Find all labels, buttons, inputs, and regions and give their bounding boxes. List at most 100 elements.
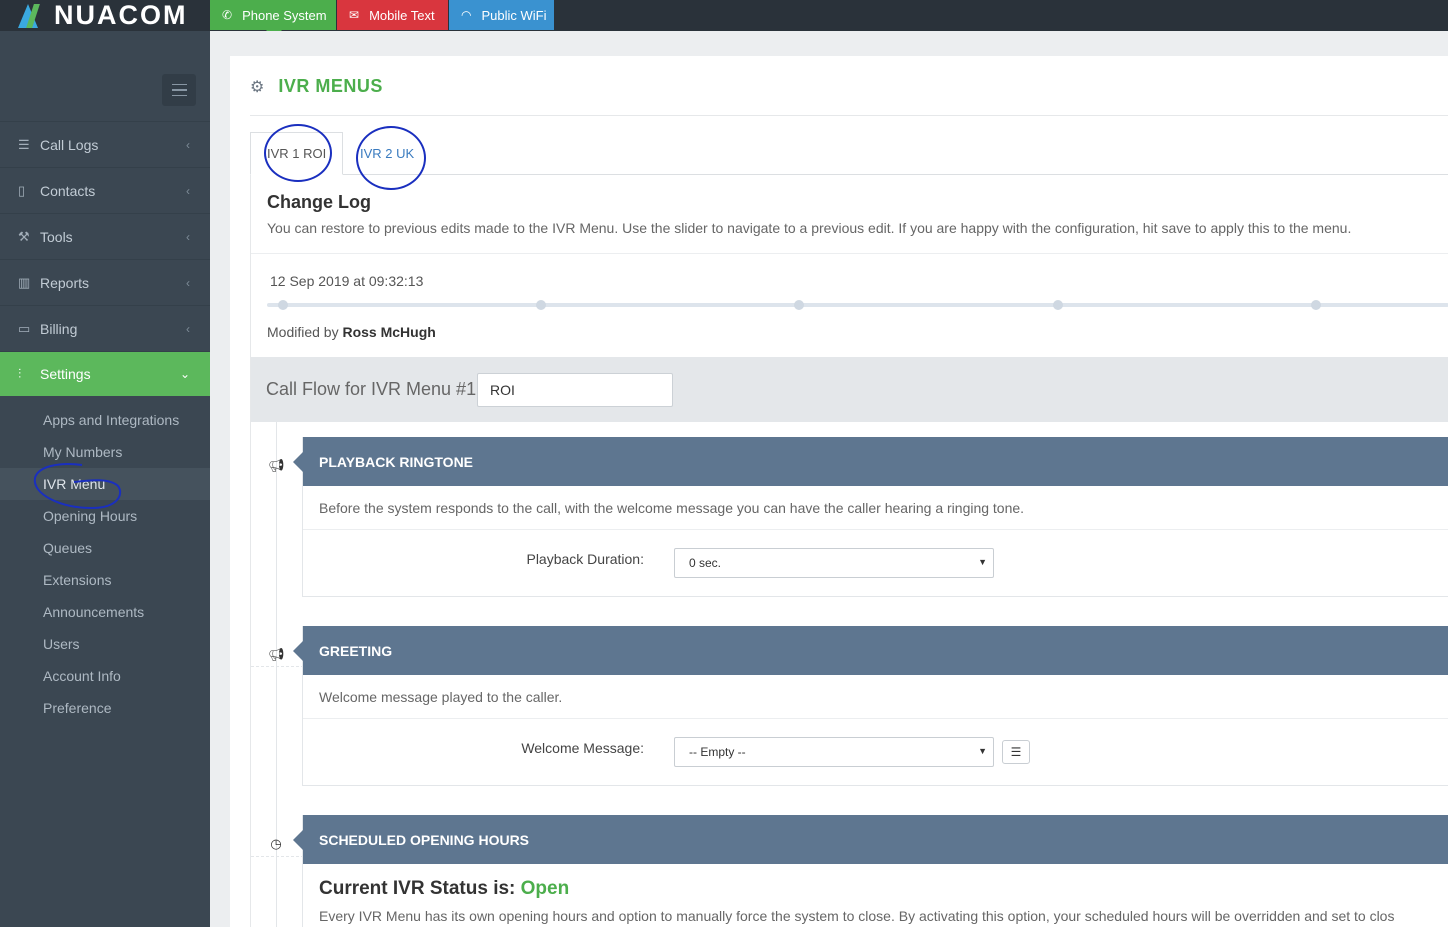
sidebar-item-label: Settings	[40, 366, 91, 382]
main-panel: ⚙ IVR MENUS IVR 1 ROI IVR 2 UK Change Lo…	[230, 56, 1448, 927]
folder-icon: ▭	[18, 320, 31, 336]
section-header: SCHEDULED OPENING HOURS	[293, 815, 1448, 864]
slider-tick[interactable]	[536, 300, 546, 310]
greeting-card: GREETING Welcome message played to the c…	[293, 626, 1448, 786]
announcement-list-button[interactable]: ☰	[1002, 740, 1030, 764]
playback-duration-select[interactable]: 0 sec. ▼	[674, 548, 994, 578]
sidebar-item-reports[interactable]: ▥ Reports ‹	[0, 259, 210, 305]
modified-prefix: Modified by	[267, 324, 339, 340]
tab-public-wifi[interactable]: ◠ Public WiFi	[449, 0, 554, 30]
wifi-icon: ◠	[461, 8, 472, 22]
ivr-editor: Change Log You can restore to previous e…	[250, 175, 1448, 927]
wrench-icon: ⚒	[18, 228, 30, 244]
sidebar-item-contacts[interactable]: ▯ Contacts ‹	[0, 167, 210, 213]
phone-icon: ✆	[222, 8, 233, 22]
section-description: Before the system responds to the call, …	[303, 486, 1448, 530]
cogs-icon: ⚙	[250, 78, 265, 96]
address-book-icon: ▯	[18, 182, 26, 198]
page-title: IVR MENUS	[278, 76, 383, 96]
section-header: GREETING	[293, 626, 1448, 675]
submenu-item-account-info[interactable]: Account Info	[0, 660, 210, 692]
annotation-circle	[33, 463, 122, 510]
tab-ivr-1-roi[interactable]: IVR 1 ROI	[250, 132, 344, 175]
form-row: Playback Duration: 0 sec. ▼	[303, 530, 1448, 596]
sidebar-item-label: Contacts	[40, 182, 96, 199]
slider-handle[interactable]	[278, 300, 288, 310]
call-flow-label: Call Flow for IVR Menu #1	[266, 379, 477, 399]
change-log-title: Change Log	[267, 192, 371, 212]
tab-label: Mobile Text	[369, 7, 435, 23]
submenu-item-users[interactable]: Users	[0, 628, 210, 660]
chevron-left-icon: ‹	[186, 321, 190, 336]
welcome-message-select[interactable]: -- Empty -- ▼	[674, 737, 994, 767]
sidebar-item-label: Tools	[40, 228, 73, 245]
list-icon: ☰	[18, 136, 30, 152]
tab-phone-system[interactable]: ✆ Phone System	[210, 0, 336, 38]
tab-label: Public WiFi	[481, 7, 547, 23]
divider	[251, 253, 1448, 254]
select-value: -- Empty --	[689, 745, 746, 759]
status-badge: Open	[520, 878, 570, 899]
page-header: ⚙ IVR MENUS	[250, 76, 383, 97]
tab-mobile-text[interactable]: ✉ Mobile Text	[337, 0, 448, 30]
section-description: Welcome message played to the caller.	[303, 675, 1448, 719]
form-row: Welcome Message: -- Empty -- ▼ ☰	[303, 719, 1448, 785]
settings-submenu: Apps and Integrations My Numbers IVR Men…	[0, 396, 210, 724]
megaphone-icon: 📢︎	[268, 458, 285, 473]
sidebar-item-billing[interactable]: ▭ Billing ‹	[0, 305, 210, 351]
modified-by-user: Ross McHugh	[342, 324, 436, 340]
playback-duration-label: Playback Duration:	[526, 551, 644, 567]
submenu-item-extensions[interactable]: Extensions	[0, 564, 210, 596]
sidebar-nav: ☰ Call Logs ‹ ▯ Contacts ‹ ⚒ Tools ‹ ▥ R…	[0, 121, 210, 724]
modified-by: Modified by Ross McHugh	[267, 324, 436, 340]
sidebar-item-label: Call Logs	[40, 136, 99, 153]
status-prefix: Current IVR Status is:	[319, 878, 516, 899]
list-icon: ☰	[1010, 745, 1022, 759]
sliders-icon: ⫶	[18, 366, 22, 381]
caret-down-icon: ▼	[978, 557, 987, 567]
bar-chart-icon: ▥	[18, 274, 31, 290]
submenu-item-apps[interactable]: Apps and Integrations	[0, 404, 210, 436]
slider-tick[interactable]	[1053, 300, 1063, 310]
chevron-down-icon: ⌄	[179, 367, 190, 381]
slider-tick[interactable]	[794, 300, 804, 310]
section-header: PLAYBACK RINGTONE	[293, 437, 1448, 486]
submenu-item-announcements[interactable]: Announcements	[0, 596, 210, 628]
submenu-item-preference[interactable]: Preference	[0, 692, 210, 724]
nuacom-logo-icon	[18, 3, 46, 28]
clock-icon: ◷	[270, 836, 282, 851]
change-log-description: You can restore to previous edits made t…	[267, 220, 1352, 236]
sidebar-item-settings[interactable]: ⫶ Settings ⌄	[0, 351, 210, 396]
tab-label: Phone System	[242, 7, 327, 23]
chevron-left-icon: ‹	[186, 275, 190, 290]
sidebar: NUACOM ☰ Call Logs ‹ ▯ Contacts ‹ ⚒ Tool…	[0, 0, 210, 927]
change-log-date: 12 Sep 2019 at 09:32:13	[270, 273, 424, 289]
brand-logo[interactable]: NUACOM	[0, 0, 210, 31]
call-flow-bar: Call Flow for IVR Menu #1 ROI	[251, 357, 1448, 422]
select-value: 0 sec.	[689, 556, 722, 570]
sidebar-toggle-button[interactable]	[162, 74, 196, 106]
welcome-message-label: Welcome Message:	[521, 740, 644, 756]
sidebar-item-call-logs[interactable]: ☰ Call Logs ‹	[0, 121, 210, 167]
playback-ringtone-card: PLAYBACK RINGTONE Before the system resp…	[293, 437, 1448, 597]
submenu-item-queues[interactable]: Queues	[0, 532, 210, 564]
slider-tick[interactable]	[1311, 300, 1321, 310]
sidebar-item-tools[interactable]: ⚒ Tools ‹	[0, 213, 210, 259]
caret-down-icon: ▼	[978, 746, 987, 756]
change-log-slider[interactable]	[267, 300, 1448, 310]
brand-name: NUACOM	[54, 0, 188, 30]
ivr-name-input[interactable]: ROI	[477, 373, 673, 407]
top-bar: ✆ Phone System ✉ Mobile Text ◠ Public Wi…	[210, 0, 1448, 38]
scheduled-opening-hours-card: SCHEDULED OPENING HOURS Current IVR Stat…	[293, 815, 1448, 927]
divider	[250, 115, 1448, 116]
section-description: Every IVR Menu has its own opening hours…	[319, 908, 1395, 924]
chevron-left-icon: ‹	[186, 229, 190, 244]
tab-ivr-2-uk[interactable]: IVR 2 UK	[344, 132, 430, 175]
sidebar-item-label: Reports	[40, 274, 90, 291]
ivr-status: Current IVR Status is: Open	[319, 878, 569, 900]
envelope-icon: ✉	[349, 8, 360, 22]
chevron-left-icon: ‹	[186, 183, 190, 198]
sidebar-item-label: Billing	[40, 320, 78, 337]
ivr-tabs: IVR 1 ROI IVR 2 UK	[250, 124, 1448, 190]
chevron-left-icon: ‹	[186, 137, 190, 152]
